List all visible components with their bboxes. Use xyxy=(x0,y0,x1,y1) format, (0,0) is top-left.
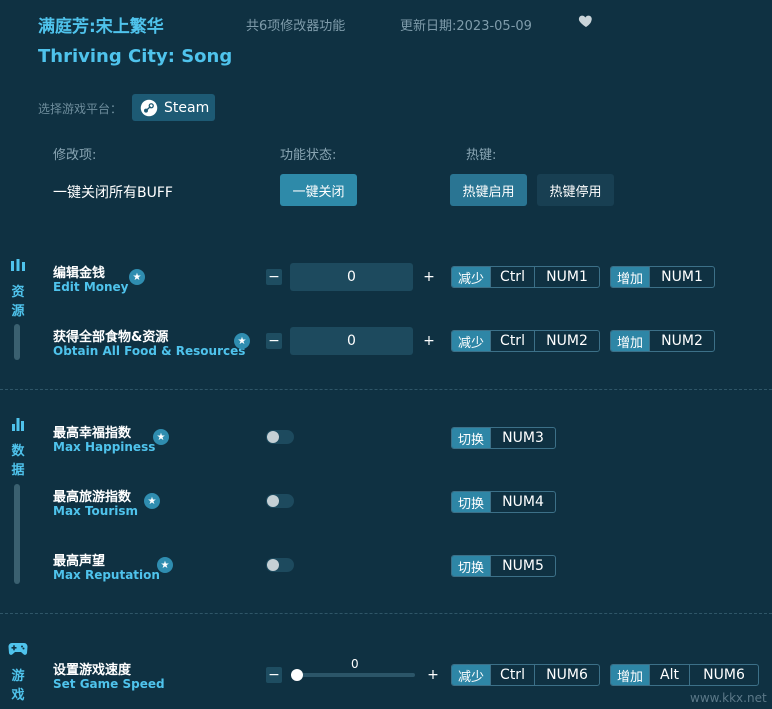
close-all-buff-label: 一键关闭所有BUFF xyxy=(53,185,173,201)
edit-money-label-cn: 编辑金钱 xyxy=(53,266,106,281)
hotkey-key: NUM2 xyxy=(649,331,714,351)
hotkey-toggle-tag: 切换 xyxy=(452,556,491,576)
edit-money-increase-hotkey[interactable]: 增加 NUM1 xyxy=(610,266,715,288)
tourism-toggle-hotkey[interactable]: 切换 NUM4 xyxy=(451,491,556,513)
reputation-toggle-hotkey[interactable]: 切换 NUM5 xyxy=(451,555,556,577)
speed-increase-hotkey[interactable]: 增加 Alt NUM6 xyxy=(610,664,759,686)
resources-section-icon xyxy=(11,259,25,271)
reputation-label-cn: 最高声望 xyxy=(53,554,106,569)
toggle-knob xyxy=(267,495,279,507)
happiness-toggle[interactable] xyxy=(266,430,294,444)
section-label-data: 数 据 xyxy=(11,444,25,478)
tourism-label-cn: 最高旅游指数 xyxy=(53,490,132,505)
food-label-cn: 获得全部食物&资源 xyxy=(53,330,169,345)
gamepad-icon xyxy=(8,643,28,655)
hotkey-toggle-tag: 切换 xyxy=(452,492,491,512)
toggle-knob xyxy=(267,431,279,443)
update-date: 更新日期:2023-05-09 xyxy=(400,19,532,34)
speed-slider-handle[interactable] xyxy=(291,669,303,681)
feature-count: 共6项修改器功能 xyxy=(246,19,346,34)
hotkey-key: NUM4 xyxy=(490,492,555,512)
reputation-toggle[interactable] xyxy=(266,558,294,572)
hotkey-key: NUM2 xyxy=(534,331,599,351)
hotkey-toggle-tag: 切换 xyxy=(452,428,491,448)
close-all-button[interactable]: 一键关闭 xyxy=(280,174,357,206)
hotkey-key: Ctrl xyxy=(490,267,534,287)
hotkey-key: NUM3 xyxy=(490,428,555,448)
steam-label: Steam xyxy=(164,99,210,116)
hotkey-key: NUM6 xyxy=(534,665,599,685)
speed-slider-track[interactable] xyxy=(297,673,415,677)
tourism-toggle[interactable] xyxy=(266,494,294,508)
hotkey-key: NUM1 xyxy=(649,267,714,287)
hotkey-decrease-tag: 减少 xyxy=(452,665,491,685)
hotkey-increase-tag: 增加 xyxy=(611,267,650,287)
hotkey-decrease-tag: 减少 xyxy=(452,267,491,287)
steam-platform-button[interactable]: Steam xyxy=(132,94,215,121)
hotkey-key: NUM6 xyxy=(689,665,758,685)
happiness-label-cn: 最高幸福指数 xyxy=(53,426,132,441)
data-section-icon xyxy=(12,418,24,431)
toggle-knob xyxy=(267,559,279,571)
edit-money-increment-button[interactable]: + xyxy=(421,269,437,285)
hotkey-increase-tag: 增加 xyxy=(611,665,650,685)
speed-decrement-button[interactable]: − xyxy=(266,667,282,683)
edit-money-input[interactable]: 0 xyxy=(290,263,413,291)
edit-money-label-en: Edit Money xyxy=(53,280,129,294)
hotkey-key: NUM5 xyxy=(490,556,555,576)
column-mod-header: 修改项: xyxy=(53,148,97,163)
section-divider xyxy=(0,613,772,614)
speed-increment-button[interactable]: + xyxy=(425,667,441,683)
section-label-game: 游 戏 xyxy=(11,669,25,703)
food-increase-hotkey[interactable]: 增加 NUM2 xyxy=(610,330,715,352)
reputation-label-en: Max Reputation xyxy=(53,568,160,582)
speed-label-cn: 设置游戏速度 xyxy=(53,663,132,678)
star-icon[interactable]: ★ xyxy=(129,269,145,285)
tourism-label-en: Max Tourism xyxy=(53,504,139,518)
data-section-bar xyxy=(14,484,20,584)
hotkey-disable-button[interactable]: 热键停用 xyxy=(537,174,614,206)
hotkey-key: Ctrl xyxy=(490,665,534,685)
speed-slider-value: 0 xyxy=(351,657,359,671)
hotkey-key: Ctrl xyxy=(490,331,534,351)
food-input[interactable]: 0 xyxy=(290,327,413,355)
app-title-cn: 满庭芳:宋上繁华 xyxy=(38,17,164,37)
star-icon[interactable]: ★ xyxy=(144,493,160,509)
happiness-label-en: Max Happiness xyxy=(53,440,156,454)
hotkey-decrease-tag: 减少 xyxy=(452,331,491,351)
star-icon[interactable]: ★ xyxy=(153,429,169,445)
edit-money-decrease-hotkey[interactable]: 减少 Ctrl NUM1 xyxy=(451,266,600,288)
hotkey-key: Alt xyxy=(649,665,689,685)
happiness-toggle-hotkey[interactable]: 切换 NUM3 xyxy=(451,427,556,449)
food-increment-button[interactable]: + xyxy=(421,333,437,349)
watermark: www.kkx.net xyxy=(690,691,767,705)
speed-decrease-hotkey[interactable]: 减少 Ctrl NUM6 xyxy=(451,664,600,686)
column-hotkey-header: 热键: xyxy=(466,148,497,163)
app-title-en: Thriving City: Song xyxy=(38,46,233,67)
food-decrease-hotkey[interactable]: 减少 Ctrl NUM2 xyxy=(451,330,600,352)
platform-label: 选择游戏平台： xyxy=(38,102,123,116)
hotkey-key: NUM1 xyxy=(534,267,599,287)
edit-money-decrement-button[interactable]: − xyxy=(266,269,282,285)
section-divider xyxy=(0,389,772,390)
food-label-en: Obtain All Food & Resources xyxy=(53,344,246,358)
speed-label-en: Set Game Speed xyxy=(53,677,165,691)
steam-icon xyxy=(140,99,158,116)
hotkey-increase-tag: 增加 xyxy=(611,331,650,351)
star-icon[interactable]: ★ xyxy=(157,557,173,573)
resources-section-bar xyxy=(14,324,20,360)
food-decrement-button[interactable]: − xyxy=(266,333,282,349)
hotkey-enable-button[interactable]: 热键启用 xyxy=(450,174,527,206)
section-label-resources: 资 源 xyxy=(11,285,25,319)
column-status-header: 功能状态: xyxy=(280,148,337,163)
heart-icon[interactable] xyxy=(578,13,594,29)
star-icon[interactable]: ★ xyxy=(234,333,250,349)
